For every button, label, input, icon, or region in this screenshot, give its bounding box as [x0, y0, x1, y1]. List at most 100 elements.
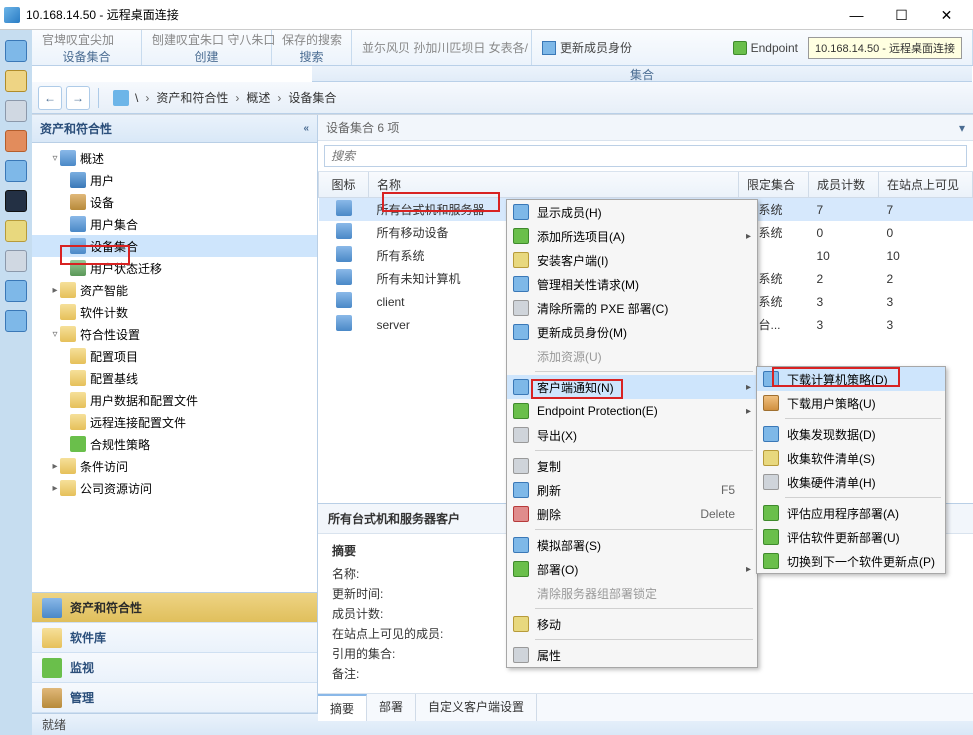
tab-custom-client[interactable]: 自定义客户端设置 — [416, 694, 537, 721]
breadcrumb-item[interactable]: 设备集合 — [288, 89, 336, 106]
collection-icon — [336, 246, 352, 262]
menu-endpoint-protection[interactable]: Endpoint Protection(E)▸ — [507, 399, 757, 423]
menu-copy[interactable]: 复制 — [507, 454, 757, 478]
refresh-icon — [513, 482, 529, 498]
tree-item-user-state[interactable]: 用户状态迁移 — [32, 257, 317, 279]
menu-download-computer-policy[interactable]: 下载计算机策略(D) — [757, 367, 945, 391]
nav-section-assets[interactable]: 资产和符合性 — [32, 593, 317, 623]
menu-add-selected[interactable]: 添加所选项目(A)▸ — [507, 224, 757, 248]
taskbar-icon[interactable] — [5, 130, 27, 152]
col-limit[interactable]: 限定集合 — [739, 172, 809, 198]
taskbar-icon[interactable] — [5, 220, 27, 242]
menu-export[interactable]: 导出(X) — [507, 423, 757, 447]
menu-switch-update-point[interactable]: 切换到下一个软件更新点(P) — [757, 549, 945, 573]
app-icon — [4, 7, 20, 23]
menu-clear-pxe[interactable]: 清除所需的 PXE 部署(C) — [507, 296, 757, 320]
taskbar-icon[interactable] — [5, 280, 27, 302]
tree-item-devices[interactable]: 设备 — [32, 191, 317, 213]
nav-section-admin[interactable]: 管理 — [32, 683, 317, 713]
title-text: 10.168.14.50 - 远程桌面连接 — [26, 6, 834, 23]
menu-refresh[interactable]: 刷新F5 — [507, 478, 757, 502]
context-menu: 显示成员(H) 添加所选项目(A)▸ 安装客户端(I) 管理相关性请求(M) 清… — [506, 199, 758, 668]
collection-icon — [336, 315, 352, 331]
install-icon — [513, 252, 529, 268]
menu-add-resource: 添加资源(U) — [507, 344, 757, 368]
tab-summary[interactable]: 摘要 — [318, 694, 367, 721]
hw-icon — [763, 474, 779, 490]
menu-move[interactable]: 移动 — [507, 612, 757, 636]
menu-show-members[interactable]: 显示成员(H) — [507, 200, 757, 224]
tree-item-sw-metering[interactable]: 软件计数 — [32, 301, 317, 323]
update-membership-button[interactable]: 更新成员身份 — [560, 39, 632, 56]
tree-item-overview[interactable]: ▿概述 — [32, 147, 317, 169]
col-icon[interactable]: 图标 — [319, 172, 369, 198]
col-name[interactable]: 名称 — [369, 172, 739, 198]
tree-item[interactable]: ▸公司资源访问 — [32, 477, 317, 499]
close-button[interactable]: ✕ — [924, 1, 969, 29]
menu-collect-discovery[interactable]: 收集发现数据(D) — [757, 422, 945, 446]
delete-icon — [513, 506, 529, 522]
taskbar-icon[interactable] — [5, 190, 27, 212]
pxe-icon — [513, 300, 529, 316]
ribbon-group-label: 集合 — [312, 66, 972, 82]
breadcrumb-item[interactable]: 概述 — [246, 89, 270, 106]
move-icon — [513, 616, 529, 632]
manage-icon — [513, 276, 529, 292]
members-icon — [513, 204, 529, 220]
tree-item[interactable]: ▸条件访问 — [32, 455, 317, 477]
endpoint-label[interactable]: Endpoint — [751, 41, 798, 55]
menu-delete[interactable]: 删除Delete — [507, 502, 757, 526]
menu-client-notification[interactable]: 客户端通知(N)▸ — [507, 375, 757, 399]
tree-item-asset-intel[interactable]: ▸资产智能 — [32, 279, 317, 301]
tree-item[interactable]: 配置项目 — [32, 345, 317, 367]
taskbar-icon[interactable] — [5, 70, 27, 92]
nav-tree: ▿概述 用户 设备 用户集合 设备集合 用户状态迁移 ▸资产智能 软件计数 ▿符… — [32, 143, 317, 592]
taskbar-icon[interactable] — [5, 100, 27, 122]
ribbon: 官埤叹宜尖加设备集合 刨建叹宜朱口 守八朱口创建 保存的搜索搜索 並尓风贝 孙加… — [32, 30, 973, 66]
search-input[interactable] — [324, 145, 967, 167]
tree-item[interactable]: 配置基线 — [32, 367, 317, 389]
eval-icon — [763, 505, 779, 521]
menu-manage-requests[interactable]: 管理相关性请求(M) — [507, 272, 757, 296]
menu-eval-app-deploy[interactable]: 评估应用程序部署(A) — [757, 501, 945, 525]
deploy-icon — [513, 561, 529, 577]
nav-forward-button[interactable]: → — [66, 86, 90, 110]
minimize-button[interactable]: — — [834, 1, 879, 29]
menu-properties[interactable]: 属性 — [507, 643, 757, 667]
discover-icon — [763, 426, 779, 442]
menu-collect-hardware[interactable]: 收集硬件清单(H) — [757, 470, 945, 494]
menu-download-user-policy[interactable]: 下载用户策略(U) — [757, 391, 945, 415]
taskbar-icon[interactable] — [5, 40, 27, 62]
nav-section-monitor[interactable]: 监视 — [32, 653, 317, 683]
copy-icon — [513, 458, 529, 474]
menu-deploy[interactable]: 部署(O)▸ — [507, 557, 757, 581]
taskbar-icon[interactable] — [5, 310, 27, 332]
menu-update-membership[interactable]: 更新成员身份(M) — [507, 320, 757, 344]
menu-collect-software[interactable]: 收集软件清单(S) — [757, 446, 945, 470]
menu-simulate-deploy[interactable]: 模拟部署(S) — [507, 533, 757, 557]
tree-item-user-collections[interactable]: 用户集合 — [32, 213, 317, 235]
nav-back-button[interactable]: ← — [38, 86, 62, 110]
tree-item[interactable]: 用户数据和配置文件 — [32, 389, 317, 411]
tree-item[interactable]: 远程连接配置文件 — [32, 411, 317, 433]
breadcrumb-item[interactable]: 资产和符合性 — [156, 89, 228, 106]
remote-host-tooltip: 10.168.14.50 - 远程桌面连接 — [808, 37, 962, 59]
tree-item-users[interactable]: 用户 — [32, 169, 317, 191]
menu-install-client[interactable]: 安装客户端(I) — [507, 248, 757, 272]
collection-icon — [336, 269, 352, 285]
tab-deploy[interactable]: 部署 — [367, 694, 416, 721]
content-title: 设备集合 6 项▾ — [318, 115, 973, 141]
sidebar-title: 资产和符合性« — [32, 115, 317, 143]
menu-eval-sw-update[interactable]: 评估软件更新部署(U) — [757, 525, 945, 549]
col-count[interactable]: 成员计数 — [809, 172, 879, 198]
scope-icon — [113, 90, 129, 106]
taskbar-icon[interactable] — [5, 160, 27, 182]
tree-item-compliance[interactable]: ▿符合性设置 — [32, 323, 317, 345]
taskbar-icon[interactable] — [5, 250, 27, 272]
tree-item-device-collections[interactable]: 设备集合 — [32, 235, 317, 257]
nav-section-software[interactable]: 软件库 — [32, 623, 317, 653]
maximize-button[interactable]: ☐ — [879, 1, 924, 29]
col-site[interactable]: 在站点上可见 — [879, 172, 973, 198]
download-icon — [763, 371, 779, 387]
tree-item[interactable]: 合规性策略 — [32, 433, 317, 455]
